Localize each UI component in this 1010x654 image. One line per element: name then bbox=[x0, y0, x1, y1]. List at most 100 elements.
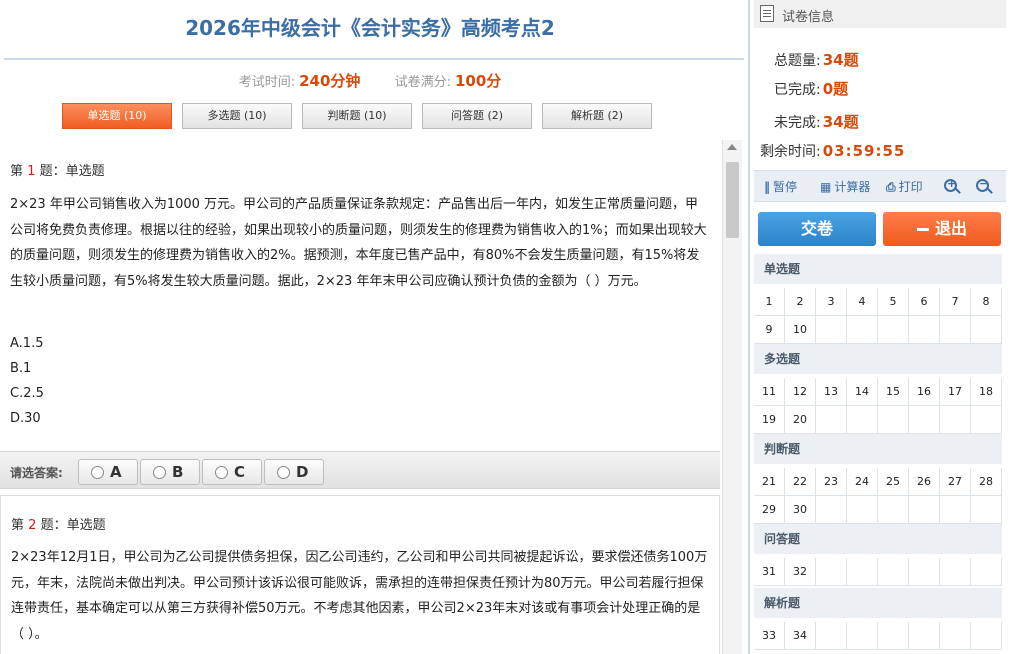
question-nav-cell[interactable]: 22 bbox=[785, 468, 816, 496]
total-label: 总题量: bbox=[774, 53, 821, 69]
question-nav-cell[interactable]: 28 bbox=[971, 468, 1002, 496]
zoom-out-icon[interactable]: − bbox=[976, 177, 989, 192]
question-nav-cell[interactable]: 2 bbox=[785, 288, 816, 316]
section-header: 问答题 bbox=[754, 524, 1002, 554]
print-button[interactable]: ⎙ 打印 bbox=[886, 178, 923, 195]
answer-bar: 请选答案: A B C D bbox=[0, 451, 720, 489]
exit-button[interactable]: 退出 bbox=[883, 212, 1001, 246]
question-nav-cell[interactable]: 13 bbox=[816, 378, 847, 406]
calculator-button[interactable]: ▦ 计算器 bbox=[820, 178, 870, 195]
empty-nav-cell bbox=[878, 558, 909, 586]
question-nav-cell[interactable]: 25 bbox=[878, 468, 909, 496]
calculator-icon: ▦ bbox=[820, 180, 832, 194]
question-prefix: 第 bbox=[10, 164, 24, 179]
question-nav-cell[interactable]: 32 bbox=[785, 558, 816, 586]
answer-choice-d[interactable]: D bbox=[264, 459, 324, 485]
pause-button[interactable]: ‖ 暂停 bbox=[764, 178, 797, 195]
answer-choice-label: C bbox=[234, 463, 246, 481]
empty-nav-cell bbox=[940, 496, 971, 524]
scroll-up-icon[interactable] bbox=[727, 144, 737, 150]
question-nav-cell[interactable]: 12 bbox=[785, 378, 816, 406]
printer-icon: ⎙ bbox=[886, 180, 896, 194]
empty-nav-cell bbox=[847, 406, 878, 434]
answer-choice-b[interactable]: B bbox=[140, 459, 200, 485]
section-header: 单选题 bbox=[754, 254, 1002, 284]
answer-choice-label: B bbox=[172, 463, 184, 481]
question-type: 题：单选题 bbox=[40, 518, 106, 533]
empty-nav-cell bbox=[909, 316, 940, 344]
question-nav-cell[interactable]: 24 bbox=[847, 468, 878, 496]
question-nav-cell[interactable]: 10 bbox=[785, 316, 816, 344]
total-count: 总题量: 34题 bbox=[774, 49, 859, 70]
question-prefix: 第 bbox=[11, 518, 25, 533]
question-nav-cell[interactable]: 6 bbox=[909, 288, 940, 316]
question-nav-cell[interactable]: 17 bbox=[940, 378, 971, 406]
answer-choice-c[interactable]: C bbox=[202, 459, 262, 485]
calculator-label: 计算器 bbox=[834, 180, 871, 194]
answer-label: 请选答案: bbox=[10, 466, 63, 480]
empty-nav-cell bbox=[816, 316, 847, 344]
score-value: 100分 bbox=[454, 72, 502, 90]
question-nav-cell[interactable]: 9 bbox=[754, 316, 785, 344]
answer-choice-label: A bbox=[110, 463, 122, 481]
question-scrollbar[interactable] bbox=[722, 140, 742, 654]
empty-nav-cell bbox=[878, 406, 909, 434]
zoom-in-icon[interactable]: + bbox=[944, 177, 957, 192]
question-nav-cell[interactable]: 19 bbox=[754, 406, 785, 434]
empty-nav-cell bbox=[940, 406, 971, 434]
empty-nav-cell bbox=[940, 558, 971, 586]
question-nav-cell[interactable]: 8 bbox=[971, 288, 1002, 316]
question-nav-cell[interactable]: 15 bbox=[878, 378, 909, 406]
question-nav-cell[interactable]: 7 bbox=[940, 288, 971, 316]
empty-nav-cell bbox=[909, 622, 940, 650]
tab-essay[interactable]: 问答题 (2) bbox=[422, 103, 532, 129]
question-nav-cell[interactable]: 30 bbox=[785, 496, 816, 524]
pause-icon: ‖ bbox=[764, 180, 770, 194]
question-nav-cell[interactable]: 16 bbox=[909, 378, 940, 406]
question-nav-cell[interactable]: 34 bbox=[785, 622, 816, 650]
question-nav-cell[interactable]: 31 bbox=[754, 558, 785, 586]
question-2: 第 2 题：单选题 2×23年12月1日，甲公司为乙公司提供债务担保，因乙公司违… bbox=[0, 495, 720, 654]
question-nav-cell[interactable]: 14 bbox=[847, 378, 878, 406]
tab-multiple-choice[interactable]: 多选题 (10) bbox=[182, 103, 292, 129]
question-nav-cell[interactable]: 26 bbox=[909, 468, 940, 496]
exam-page: 2026年中级会计《会计实务》高频考点2 考试时间: 240分钟 试卷满分: 100… bbox=[0, 0, 1010, 654]
answer-choice-a[interactable]: A bbox=[78, 459, 138, 485]
empty-nav-cell bbox=[971, 406, 1002, 434]
scroll-thumb[interactable] bbox=[726, 162, 739, 238]
question-nav-cell[interactable]: 4 bbox=[847, 288, 878, 316]
question-nav-cell[interactable]: 5 bbox=[878, 288, 909, 316]
time-remaining-value: 03:59:55 bbox=[822, 142, 906, 160]
empty-nav-cell bbox=[847, 622, 878, 650]
question-nav-cell[interactable]: 21 bbox=[754, 468, 785, 496]
empty-nav-cell bbox=[940, 316, 971, 344]
exam-sidebar: 试卷信息 总题量: 34题 已完成: 0题 未完成: 34题 剩余时间: 03:59:5… bbox=[748, 0, 1010, 654]
empty-nav-cell bbox=[847, 496, 878, 524]
question-nav-cell[interactable]: 3 bbox=[816, 288, 847, 316]
tab-single-choice[interactable]: 单选题 (10) bbox=[62, 103, 172, 129]
section-header: 判断题 bbox=[754, 434, 1002, 464]
question-type: 题：单选题 bbox=[39, 164, 105, 179]
question-nav-cell[interactable]: 1 bbox=[754, 288, 785, 316]
undone-count: 未完成: 34题 bbox=[774, 111, 859, 132]
question-nav-cell[interactable]: 33 bbox=[754, 622, 785, 650]
question-nav-cell[interactable]: 29 bbox=[754, 496, 785, 524]
empty-nav-cell bbox=[909, 558, 940, 586]
question-nav-cell[interactable]: 18 bbox=[971, 378, 1002, 406]
question-nav-cell[interactable]: 20 bbox=[785, 406, 816, 434]
tab-true-false[interactable]: 判断题 (10) bbox=[302, 103, 412, 129]
submit-button[interactable]: 交卷 bbox=[758, 212, 876, 246]
tab-analysis[interactable]: 解析题 (2) bbox=[542, 103, 652, 129]
undone-value: 34题 bbox=[822, 113, 859, 131]
done-count: 已完成: 0题 bbox=[774, 78, 848, 99]
question-nav-cell[interactable]: 11 bbox=[754, 378, 785, 406]
question-nav-cell[interactable]: 27 bbox=[940, 468, 971, 496]
empty-nav-cell bbox=[847, 558, 878, 586]
option-c: C.2.5 bbox=[10, 386, 44, 401]
empty-nav-cell bbox=[816, 406, 847, 434]
question-nav-cell[interactable]: 23 bbox=[816, 468, 847, 496]
title-divider bbox=[4, 58, 744, 60]
done-label: 已完成: bbox=[774, 82, 821, 98]
empty-nav-cell bbox=[971, 622, 1002, 650]
question-2-text: 2×23年12月1日，甲公司为乙公司提供债务担保，因乙公司违约，乙公司和甲公司共… bbox=[11, 550, 708, 642]
